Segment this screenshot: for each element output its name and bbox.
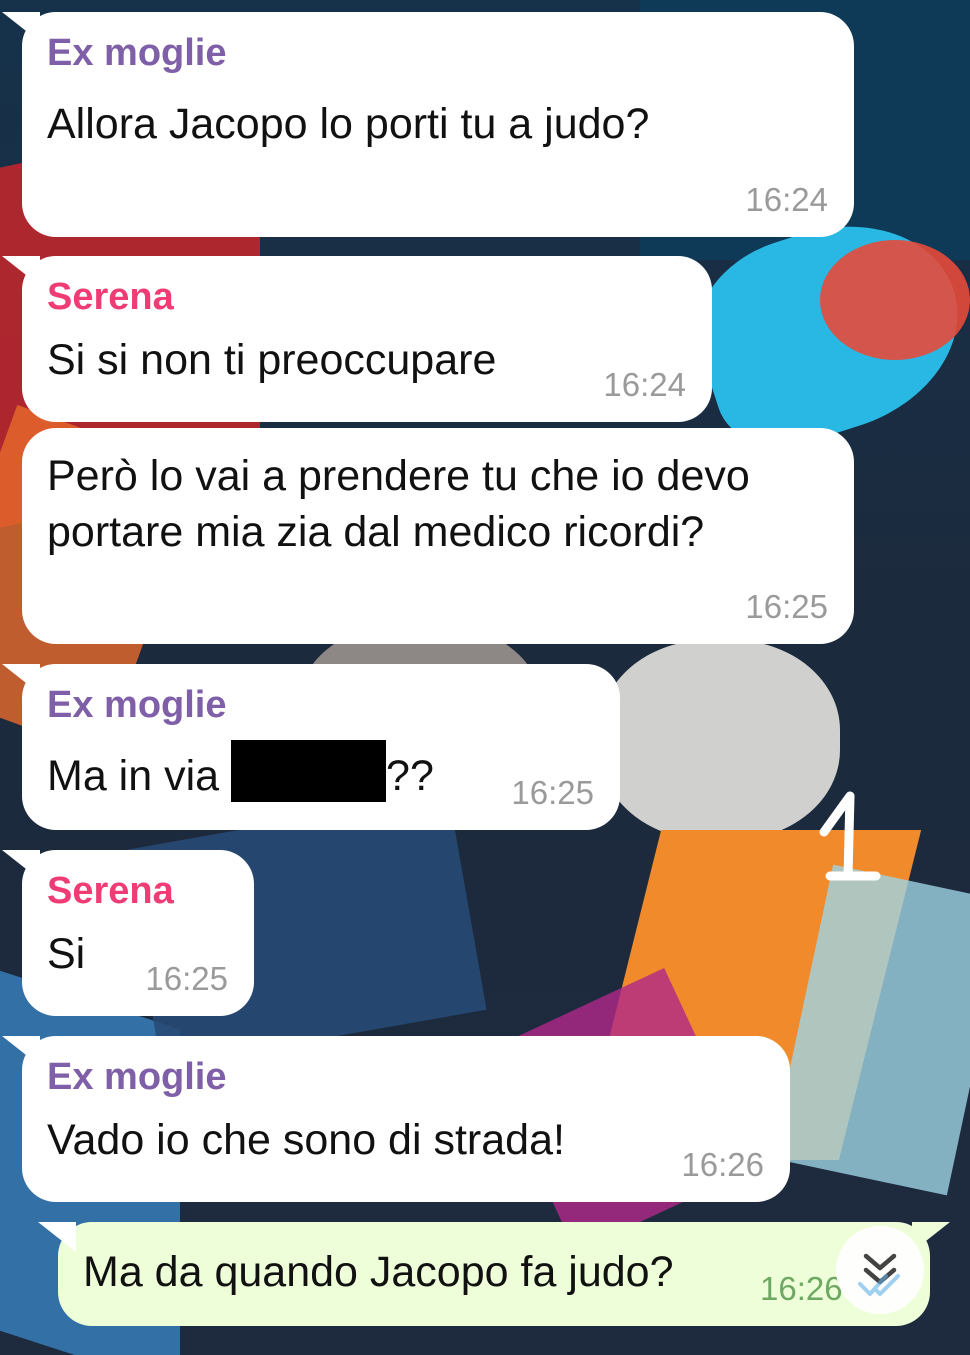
sender-name[interactable]: Ex moglie [47,1054,764,1100]
message-bubble[interactable]: Ex moglie Allora Jacopo lo porti tu a ju… [2,12,854,237]
message-time: 16:24 [745,181,828,218]
message-bubble[interactable]: Però lo vai a prendere tu che io devo po… [22,428,854,644]
redaction-box [231,740,387,802]
message-text: Allora Jacopo lo porti tu a judo? [47,100,650,148]
handwritten-annotation [818,780,888,890]
sender-name[interactable]: Ex moglie [47,30,828,76]
message-text-line2: portare mia zia dal medico ricordi? [47,508,705,556]
message-time: 16:26 [681,1146,764,1183]
sender-name[interactable]: Serena [47,868,228,914]
message-bubble[interactable]: Serena Si 16:25 [2,850,254,1016]
message-bubble[interactable]: Ex moglie Vado io che sono di strada! 16… [2,1036,790,1202]
message-time: 16:24 [603,366,686,403]
message-bubble[interactable]: Serena Si si non ti preoccupare 16:24 [2,256,712,422]
message-time: 16:25 [145,960,228,997]
message-time: 16:25 [745,588,828,625]
sender-name[interactable]: Serena [47,274,686,320]
message-bubble[interactable]: Ex moglie Ma in via ?? 16:25 [2,664,620,830]
message-text-suffix: ?? [386,752,434,800]
message-text-line1: Però lo vai a prendere tu che io devo [47,452,750,500]
message-text: Si si non ti preoccupare [47,336,497,384]
double-check-icon [856,1270,904,1303]
outgoing-message-bubble[interactable]: Ma da quando Jacopo fa judo? 16:26 [38,1222,950,1326]
message-time: 16:26 [760,1270,843,1307]
sender-name[interactable]: Ex moglie [47,682,594,728]
message-time: 16:25 [511,774,594,811]
message-text-prefix: Ma in via [47,752,220,800]
message-text: Vado io che sono di strada! [47,1116,565,1164]
